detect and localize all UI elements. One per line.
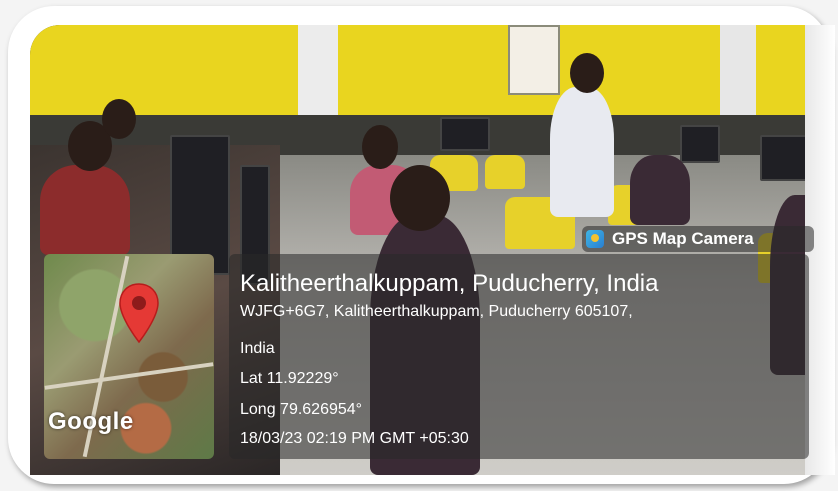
address-line-1: WJFG+6G7, Kalitheerthalkuppam, Puducherr… [240,303,633,320]
gps-map-camera-icon [586,230,604,248]
google-watermark: Google [48,408,134,435]
student-head [390,165,450,231]
monitor [680,125,720,163]
map-road [44,362,214,390]
longitude: Long 79.626954° [240,401,363,418]
latitude: Lat 11.92229° [240,370,339,387]
location-title: Kalitheerthalkuppam, Puducherry, India [240,270,659,297]
standing-person [550,87,614,217]
student-head [102,99,136,139]
map-pin-icon [119,283,159,344]
chair [485,155,525,189]
map-thumbnail: Google [44,254,214,459]
address-line-2: India [240,340,275,357]
yellow-wall [30,25,832,115]
student [40,165,130,255]
person-head [570,53,604,93]
gps-camera-badge: GPS Map Camera [582,226,814,252]
wall-poster [508,25,560,95]
badge-label: GPS Map Camera [612,229,754,248]
timestamp: 18/03/23 02:19 PM GMT +05:30 [240,430,469,447]
student [630,155,690,225]
monitor [440,117,490,151]
pillar [720,25,756,125]
student-head [362,125,398,169]
